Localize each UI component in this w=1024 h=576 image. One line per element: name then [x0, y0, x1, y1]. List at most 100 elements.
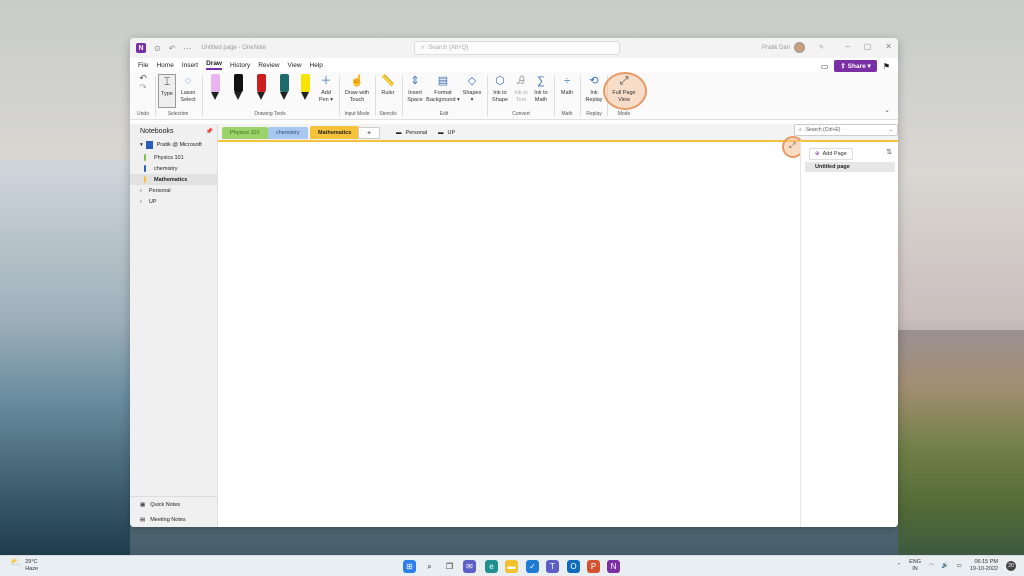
tab-chemistry[interactable]: chemistry: [268, 127, 308, 139]
language-indicator[interactable]: ENG IN: [909, 559, 921, 572]
wifi-icon[interactable]: ◠: [929, 563, 934, 569]
type-button[interactable]: ⌶ Type: [158, 74, 176, 108]
expand-icon[interactable]: ⤢: [789, 141, 795, 151]
weather-widget[interactable]: ⛅ 29°C Haze: [10, 558, 38, 572]
clock[interactable]: 06:15 PM 19-10-2022: [970, 559, 998, 572]
full-page-view-button[interactable]: ⤢ Full Page View: [609, 74, 639, 104]
present-icon[interactable]: ⚑: [883, 62, 890, 71]
notification-badge[interactable]: 20: [1006, 560, 1016, 571]
shapes-button[interactable]: ◇ Shapes ▾: [461, 74, 483, 104]
highlighter-pen[interactable]: [298, 74, 312, 104]
undo-button[interactable]: ↶ ↷: [136, 74, 150, 93]
tab-group-personal[interactable]: ▬ Personal: [388, 127, 435, 139]
tab-group-up[interactable]: ▬ UP: [430, 127, 463, 139]
group-selection: Selection: [167, 111, 189, 117]
search-icon[interactable]: ⌕: [423, 560, 436, 573]
notebook-account[interactable]: ▾ Pratik @ Microsoft: [130, 138, 217, 152]
chevron-down-icon[interactable]: ⌄: [889, 127, 893, 133]
tab-insert[interactable]: Insert: [182, 62, 198, 69]
add-pen-button[interactable]: ＋ Add Pen ▾: [316, 74, 336, 104]
pen-1[interactable]: [208, 74, 222, 104]
pen-color-swatch: [300, 74, 310, 92]
redo-icon[interactable]: ↷: [139, 82, 147, 92]
notebooks-header: Notebooks 📌: [130, 124, 217, 138]
tab-review[interactable]: Review: [258, 62, 279, 69]
start-icon[interactable]: ⊞: [403, 560, 416, 573]
search-icon: ⌕: [799, 127, 802, 133]
add-page-button[interactable]: ⊕ Add Page: [809, 148, 853, 160]
pin-icon[interactable]: 📌: [206, 128, 213, 135]
page-canvas[interactable]: [218, 140, 800, 527]
page-item[interactable]: Untitled page: [805, 162, 895, 172]
back-icon[interactable]: ↶: [169, 44, 176, 53]
notebooks-title: Notebooks: [140, 127, 174, 135]
tab-view[interactable]: View: [288, 62, 302, 69]
tab-help[interactable]: Help: [310, 62, 323, 69]
share-button[interactable]: ⇪ Share ▾: [834, 60, 877, 72]
section-chemistry[interactable]: chemistry: [130, 163, 217, 174]
close-icon[interactable]: ✕: [885, 42, 892, 51]
lasso-select-button[interactable]: ◌ Lasso Select: [178, 74, 198, 104]
onenote-taskbar-icon[interactable]: N: [607, 560, 620, 573]
edge-icon[interactable]: e: [485, 560, 498, 573]
pen-4[interactable]: [277, 74, 291, 104]
tab-home[interactable]: Home: [156, 62, 173, 69]
page-search-box[interactable]: ⌕ Search (Ctrl+E) ⌄: [794, 124, 898, 136]
ink-to-text-button[interactable]: Ꭿ Ink to Text: [511, 74, 531, 104]
math-button[interactable]: ÷ Math: [557, 74, 577, 97]
minimize-icon[interactable]: –: [845, 42, 849, 51]
ink-replay-button[interactable]: ⟲ Ink Replay: [583, 74, 605, 104]
pen-2[interactable]: [231, 74, 245, 104]
maximize-icon[interactable]: ▢: [864, 42, 872, 51]
title-bar: N ⊙ ↶ ⋯ Untitled page - OneNote ⌕ Search…: [130, 38, 898, 58]
user-account[interactable]: Pratik Dan ✎: [762, 42, 824, 53]
chevron-down-icon[interactable]: ▾: [140, 142, 143, 148]
ink-to-shape-icon: ⬡: [495, 75, 505, 87]
teams-chat-icon[interactable]: ✉: [463, 560, 476, 573]
more-icon[interactable]: ⋯: [183, 44, 191, 53]
notebook-icon: [145, 141, 153, 149]
tab-history[interactable]: History: [230, 62, 250, 69]
immersive-reader-icon[interactable]: ▭: [821, 62, 829, 71]
volume-icon[interactable]: 🔊: [942, 563, 949, 569]
autosave-icon[interactable]: ⊙: [154, 44, 161, 53]
ink-to-math-button[interactable]: ∑ Ink to Math: [531, 74, 551, 104]
section-label: Mathematics: [154, 176, 188, 183]
draw-with-touch-button[interactable]: ☝ Draw with Touch: [342, 74, 372, 104]
powerpoint-icon[interactable]: P: [587, 560, 600, 573]
collapse-ribbon-icon[interactable]: ⌄: [884, 106, 890, 114]
section-physics[interactable]: Physics 101: [130, 152, 217, 163]
task-view-icon[interactable]: ❐: [443, 560, 456, 573]
sort-icon[interactable]: ⇅: [886, 148, 892, 156]
battery-icon[interactable]: ▭: [957, 563, 962, 569]
pen-settings-icon[interactable]: ✎: [819, 44, 824, 51]
notebook-pane: Notebooks 📌 ▾ Pratik @ Microsoft Physics…: [130, 124, 218, 527]
ink-to-shape-button[interactable]: ⬡ Ink to Shape: [489, 74, 511, 104]
avatar[interactable]: [794, 42, 806, 53]
group-math: Math: [561, 111, 573, 117]
onenote-window: N ⊙ ↶ ⋯ Untitled page - OneNote ⌕ Search…: [130, 38, 898, 527]
ink-to-math-label: Ink to Math: [534, 90, 548, 103]
search-box[interactable]: ⌕ Search (Alt+Q): [414, 41, 620, 55]
teams-icon[interactable]: T: [546, 560, 559, 573]
ruler-button[interactable]: 📏 Ruler: [378, 74, 398, 97]
section-group-up[interactable]: › UP: [130, 196, 217, 207]
chevron-up-icon[interactable]: ⌃: [896, 563, 901, 569]
quick-notes-link[interactable]: ▦ Quick Notes: [130, 497, 217, 512]
section-group-personal[interactable]: › Personal: [130, 185, 217, 196]
format-background-button[interactable]: ▤ Format Background ▾: [426, 74, 460, 104]
tab-physics[interactable]: Physics 101: [222, 127, 268, 139]
tab-file[interactable]: File: [138, 62, 148, 69]
file-explorer-icon[interactable]: ▬: [505, 560, 518, 573]
tab-draw[interactable]: Draw: [206, 60, 222, 70]
pen-3[interactable]: [254, 74, 268, 104]
meeting-notes-link[interactable]: ▤ Meeting Notes: [130, 512, 217, 527]
todo-icon[interactable]: ✓: [526, 560, 539, 573]
window-controls: – ▢ ✕: [845, 42, 892, 51]
tab-mathematics[interactable]: Mathematics: [310, 126, 360, 139]
outlook-icon[interactable]: O: [567, 560, 580, 573]
insert-space-button[interactable]: ⇕ Insert Space: [404, 74, 426, 104]
add-section-button[interactable]: +: [358, 127, 381, 139]
section-label: Physics 101: [154, 154, 184, 161]
section-mathematics[interactable]: Mathematics: [130, 174, 217, 185]
